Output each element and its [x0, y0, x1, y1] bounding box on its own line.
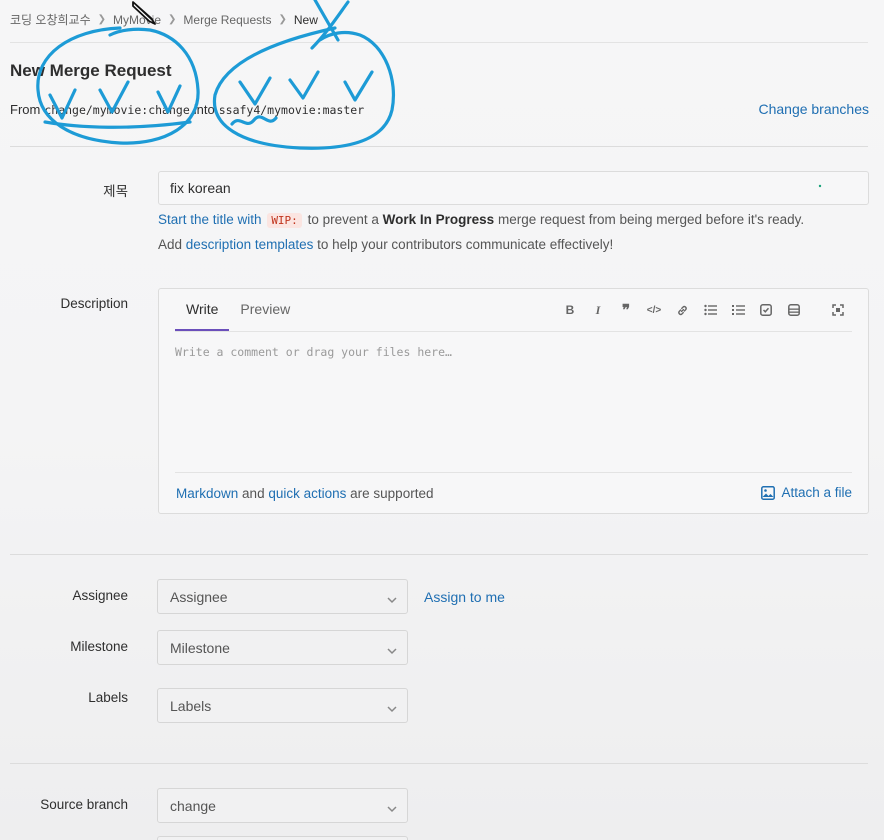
divider [10, 146, 868, 147]
quick-actions-link[interactable]: quick actions [268, 486, 346, 501]
title-input[interactable]: fix korean [158, 171, 869, 205]
divider [175, 331, 852, 332]
assignee-select[interactable]: Assignee [157, 579, 408, 614]
wip-hint-mid: to prevent a [307, 212, 379, 227]
breadcrumb: 코딩 오창희교수 ❯ MyMovie ❯ Merge Requests ❯ Ne… [10, 11, 318, 28]
description-templates-link[interactable]: description templates [186, 237, 314, 252]
editor-tabs: Write Preview [175, 289, 301, 331]
markdown-support-note: Markdown and quick actions are supported [176, 486, 433, 501]
templates-prefix: Add [158, 237, 183, 252]
divider [10, 42, 868, 43]
wip-hint-bold: Work In Progress [382, 212, 495, 227]
from-label: From [10, 102, 41, 117]
milestone-select[interactable]: Milestone [157, 630, 408, 665]
markdown-toolbar: B I ❞ </> [556, 301, 852, 319]
page-title: New Merge Request [10, 61, 172, 80]
labels-select-value: Labels [170, 698, 212, 714]
chevron-down-icon [387, 642, 397, 658]
branch-summary: From change/mymovie:change into ssafy4/m… [10, 102, 368, 117]
into-label: into [193, 102, 215, 117]
title-label: 제목 [103, 184, 128, 199]
description-textarea[interactable]: Write a comment or drag your files here… [175, 345, 852, 359]
code-icon[interactable]: </> [640, 301, 668, 319]
wip-hint-suffix: merge request from being merged before i… [497, 212, 805, 227]
labels-label: Labels [88, 690, 128, 705]
target-branch-select[interactable] [157, 836, 408, 840]
templates-hint: Add description templates to help your c… [158, 237, 613, 252]
target-ref: ssafy4/mymovie:master [218, 103, 365, 117]
link-icon[interactable] [668, 301, 696, 319]
pencil-cursor-icon [132, 1, 156, 25]
description-placeholder: Write a comment or drag your files here… [175, 345, 452, 359]
assign-to-me-link[interactable]: Assign to me [424, 589, 505, 605]
templates-suffix: to help your contributors communicate ef… [317, 237, 614, 252]
change-branches-link[interactable]: Change branches [758, 101, 869, 117]
description-editor: Write Preview B I ❞ </> Write a comment … [158, 288, 869, 514]
chevron-right-icon: ❯ [278, 14, 287, 25]
assignee-select-value: Assignee [170, 589, 228, 605]
fullscreen-icon[interactable] [824, 301, 852, 319]
attach-file-label: Attach a file [781, 485, 852, 500]
milestone-label: Milestone [70, 639, 128, 654]
chevron-down-icon [387, 591, 397, 607]
and-text: and [242, 486, 265, 501]
chevron-down-icon [387, 800, 397, 816]
wip-hint: Start the title with WIP: to prevent a W… [158, 212, 805, 228]
chevron-right-icon: ❯ [97, 14, 107, 25]
wip-hint-link[interactable]: Start the title with [158, 212, 262, 227]
supported-text: are supported [350, 486, 434, 501]
image-icon [761, 485, 776, 500]
divider [10, 554, 868, 555]
quote-icon[interactable]: ❞ [612, 301, 640, 319]
tab-write[interactable]: Write [175, 289, 230, 331]
title-input-value: fix korean [170, 180, 231, 196]
source-branch-select[interactable]: change [157, 788, 408, 823]
numbered-list-icon[interactable] [724, 301, 752, 319]
labels-select[interactable]: Labels [157, 688, 408, 723]
breadcrumb-item-group[interactable]: 코딩 오창희교수 [10, 11, 91, 28]
divider [10, 763, 868, 764]
table-icon[interactable] [780, 301, 808, 319]
description-label: Description [60, 296, 128, 311]
source-ref: change/mymovie:change [44, 103, 190, 117]
chevron-down-icon [387, 700, 397, 716]
wip-code: WIP: [267, 213, 302, 228]
assignee-label: Assignee [72, 588, 128, 603]
task-list-icon[interactable] [752, 301, 780, 319]
divider [175, 472, 852, 473]
bold-icon[interactable]: B [556, 301, 584, 319]
bullet-list-icon[interactable] [696, 301, 724, 319]
markdown-link[interactable]: Markdown [176, 486, 238, 501]
breadcrumb-item-merge-requests[interactable]: Merge Requests [183, 13, 271, 27]
chevron-right-icon: ❯ [168, 14, 177, 25]
milestone-select-value: Milestone [170, 640, 230, 656]
source-branch-label: Source branch [40, 797, 128, 812]
source-branch-value: change [170, 798, 216, 814]
attach-file-button[interactable]: Attach a file [761, 485, 852, 500]
tab-preview[interactable]: Preview [229, 289, 301, 331]
breadcrumb-current: New [293, 12, 318, 27]
italic-icon[interactable]: I [584, 301, 612, 319]
